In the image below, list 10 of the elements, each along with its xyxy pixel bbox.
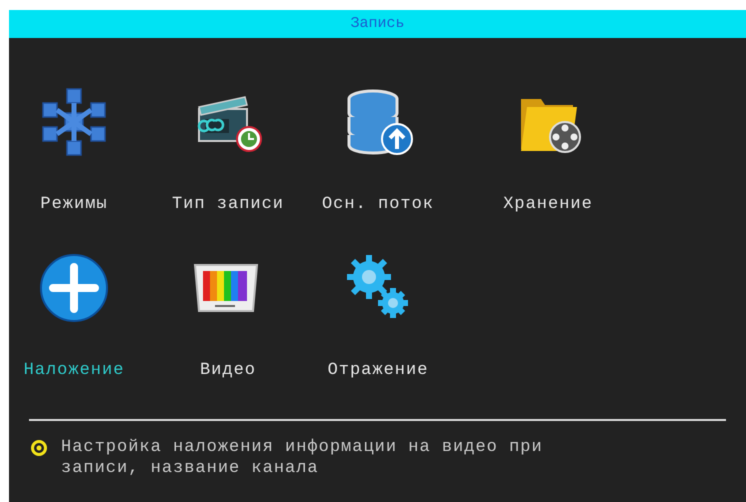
hint-text: Настройка наложения информации на видео при записи, название канала xyxy=(61,437,544,479)
menu-item[interactable]: Наложение xyxy=(24,358,124,383)
menu-item[interactable]: Тип записи xyxy=(172,192,284,218)
menu-item[interactable]: Видео xyxy=(200,358,256,383)
menu-item[interactable]: Осн. поток xyxy=(322,192,434,218)
window-title: Запись xyxy=(9,10,746,38)
menu-item[interactable]: Отражение xyxy=(328,358,428,383)
menu-item[interactable]: Хранение xyxy=(503,192,593,218)
menu-item[interactable]: Режимы xyxy=(40,192,108,218)
radio-dot-icon xyxy=(31,440,47,456)
